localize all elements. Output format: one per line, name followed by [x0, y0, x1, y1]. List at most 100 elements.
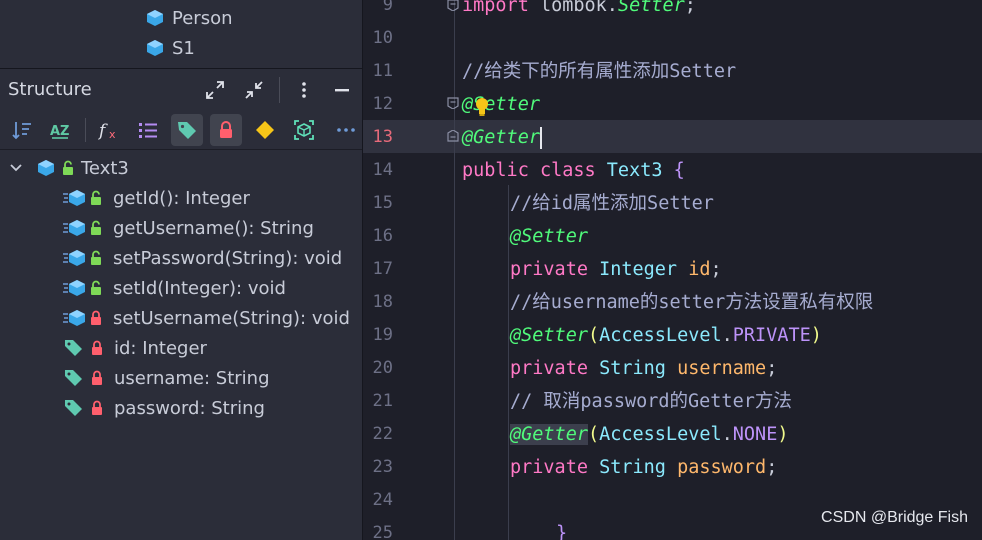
structure-toolbar: AZ fx	[0, 110, 362, 150]
tree-item-label: getId(): Integer	[113, 187, 250, 209]
tree-item-method[interactable]: setPassword(String): void	[0, 243, 362, 273]
class-name: AccessLevel	[599, 325, 722, 346]
minimize-button[interactable]	[329, 77, 355, 103]
more-horizontal-icon	[337, 128, 355, 132]
class-icon	[147, 10, 163, 26]
fold-icon[interactable]	[447, 0, 459, 11]
tree-item-field[interactable]: username: String	[0, 363, 362, 393]
brace: {	[662, 160, 685, 181]
line-number: 19	[372, 325, 393, 345]
fold-icon[interactable]	[447, 97, 459, 109]
sort-by-visibility-button[interactable]	[6, 114, 38, 146]
project-item-s1[interactable]: S1	[146, 35, 195, 61]
project-item-person[interactable]: Person	[146, 5, 233, 31]
line-number: 12	[372, 94, 393, 114]
code-line-21[interactable]: // 取消password的Getter方法	[510, 385, 792, 418]
constant: NONE	[732, 424, 778, 445]
tree-item-method[interactable]: getId(): Integer	[0, 183, 362, 213]
code-line-11[interactable]: //给类下的所有属性添加Setter	[462, 55, 736, 88]
code-line-25[interactable]: }	[556, 517, 567, 540]
type: String	[599, 358, 678, 379]
line-number: 22	[372, 424, 393, 444]
code-line-17[interactable]: private Integer id;	[510, 253, 722, 286]
structure-header: Structure	[0, 68, 362, 110]
code-line-9[interactable]: import lombok.Setter;	[462, 0, 696, 22]
list-icon	[139, 123, 157, 138]
annotation: @Setter	[510, 325, 588, 346]
line-number-gutter[interactable]: 9 10 11 12 13 14 15 16 17 18 19 20 21 22…	[363, 0, 459, 540]
package: lombok.	[528, 0, 618, 16]
sort-alphabetically-button[interactable]: AZ	[44, 114, 76, 146]
field-name: username	[677, 358, 767, 379]
lock-icon	[91, 310, 101, 325]
tree-root-text3[interactable]: Text3	[0, 153, 362, 183]
diamond-icon	[256, 121, 274, 139]
chevron-down-icon[interactable]	[9, 161, 23, 175]
indent-guide	[508, 185, 509, 540]
annotation: @Setter	[510, 226, 588, 247]
code-line-23[interactable]: private String password;	[510, 451, 777, 484]
line-number: 20	[372, 358, 393, 378]
unlock-icon	[91, 220, 101, 235]
more-options-button[interactable]	[330, 114, 362, 146]
show-lambdas-button[interactable]: fx	[94, 114, 126, 146]
code-line-22[interactable]: @Getter(AccessLevel.NONE)	[510, 418, 788, 451]
expand-icon	[206, 81, 224, 99]
show-anonymous-button[interactable]	[288, 114, 320, 146]
keyword: private	[510, 358, 600, 379]
tree-item-field[interactable]: password: String	[0, 393, 362, 423]
toolbar-divider	[85, 118, 86, 142]
method-icon	[63, 310, 85, 326]
method-icon	[63, 220, 85, 236]
field-name: password	[677, 457, 767, 478]
show-properties-button[interactable]	[249, 114, 281, 146]
paren: )	[810, 325, 822, 346]
toolbar-divider	[279, 77, 280, 103]
lock-icon	[92, 340, 102, 355]
line-number: 21	[372, 391, 393, 411]
keyword: private	[510, 259, 600, 280]
show-inherited-button[interactable]	[132, 114, 164, 146]
code-line-14[interactable]: public class Text3 {	[462, 154, 685, 187]
code-line-20[interactable]: private String username;	[510, 352, 777, 385]
options-menu-button[interactable]	[291, 77, 317, 103]
collapse-all-button[interactable]	[241, 77, 267, 103]
svg-text:f: f	[98, 121, 108, 141]
tree-item-method[interactable]: setId(Integer): void	[0, 273, 362, 303]
paren: (	[587, 325, 600, 346]
tree-item-label: getUsername(): String	[113, 217, 314, 239]
type: String	[599, 457, 678, 478]
keyword: public class	[462, 160, 607, 181]
annotation: @Getter	[510, 424, 588, 445]
show-non-public-button[interactable]	[210, 114, 242, 146]
field-name: id	[688, 259, 711, 280]
collapse-icon	[245, 81, 263, 99]
expand-all-button[interactable]	[202, 77, 228, 103]
tree-item-field[interactable]: id: Integer	[0, 333, 362, 363]
tree-item-method[interactable]: getUsername(): String	[0, 213, 362, 243]
sort-visibility-icon	[12, 122, 31, 140]
project-item-label: S1	[172, 37, 195, 59]
tree-root-label: Text3	[81, 157, 129, 179]
field-tag-icon	[65, 370, 82, 386]
code-line-16[interactable]: @Setter	[510, 220, 588, 253]
show-fields-button[interactable]	[171, 114, 203, 146]
tag-icon	[178, 122, 196, 139]
code-line-19[interactable]: @Setter(AccessLevel.PRIVATE)	[510, 319, 822, 352]
code-line-18[interactable]: //给username的setter方法设置私有权限	[510, 286, 873, 319]
fold-icon[interactable]	[447, 130, 459, 142]
tree-item-method[interactable]: setUsername(String): void	[0, 303, 362, 333]
lock-icon	[220, 121, 232, 138]
sort-alpha-icon: AZ	[50, 124, 70, 139]
code-line-15[interactable]: //给id属性添加Setter	[510, 187, 714, 220]
field-tag-icon	[65, 400, 82, 416]
function-icon: fx	[98, 121, 116, 141]
code-line-13[interactable]: @Getter	[462, 121, 542, 154]
line-number: 23	[372, 457, 393, 477]
keyword: import	[462, 0, 529, 16]
method-icon	[63, 280, 85, 296]
code-editor[interactable]: 9 10 11 12 13 14 15 16 17 18 19 20 21 22…	[362, 0, 982, 540]
comment: // 取消password的Getter方法	[510, 391, 792, 412]
lightbulb-icon[interactable]	[473, 97, 491, 117]
field-tag-icon	[65, 340, 82, 356]
